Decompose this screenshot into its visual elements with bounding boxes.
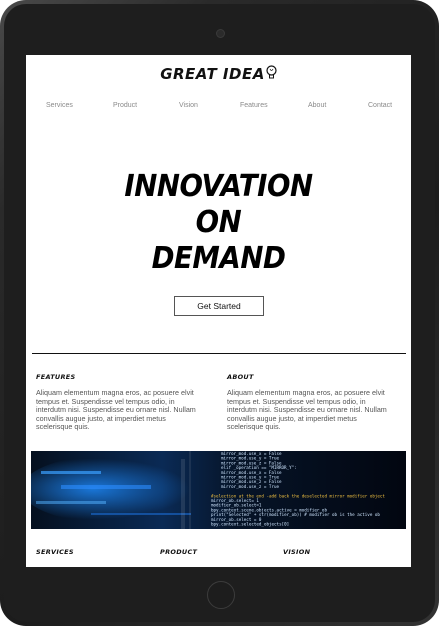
services-heading: SERVICES (36, 548, 74, 556)
about-text: Aliquam elementum magna eros, ac posuere… (227, 388, 409, 432)
hero-line: ON (195, 205, 242, 240)
hero-line: INNOVATION (124, 169, 313, 204)
code-line: mirror_mod.use_z = True (221, 484, 279, 489)
hero-line: DEMAND (151, 241, 286, 276)
home-button[interactable] (207, 581, 235, 609)
screen: GREAT IDEA Services Product Vision Featu… (26, 55, 411, 567)
camera-icon (216, 29, 225, 38)
nav-item-features[interactable]: Features (240, 102, 268, 109)
nav-item-services[interactable]: Services (46, 102, 73, 109)
logo-text: GREAT IDEA (160, 65, 265, 83)
section-divider (32, 353, 406, 354)
nav-item-product[interactable]: Product (113, 102, 137, 109)
text-line: scelerisque quis. (36, 422, 90, 432)
features-text: Aliquam elementum magna eros, ac posuere… (36, 388, 216, 432)
nav-item-contact[interactable]: Contact (368, 102, 392, 109)
product-heading: PRODUCT (160, 548, 198, 556)
vision-heading: VISION (283, 548, 311, 556)
get-started-button[interactable]: Get Started (174, 296, 264, 316)
site-logo[interactable]: GREAT IDEA (26, 65, 411, 84)
nav-item-vision[interactable]: Vision (179, 102, 198, 109)
nav-item-about[interactable]: About (308, 102, 326, 109)
text-line: scelerisque quis. (227, 422, 281, 432)
main-nav: Services Product Vision Features About C… (26, 102, 411, 114)
features-heading: FEATURES (36, 373, 76, 381)
code-line: bpy.context.selected_objects[0] (211, 522, 289, 527)
code-image: mirror_mod.use_x = False mirror_mod.use_y… (31, 451, 406, 529)
about-heading: ABOUT (227, 373, 254, 381)
hero-headline: INNOVATION ON DEMAND (26, 169, 411, 277)
tablet-frame: GREAT IDEA Services Product Vision Featu… (0, 0, 439, 626)
lightbulb-icon (266, 65, 277, 84)
